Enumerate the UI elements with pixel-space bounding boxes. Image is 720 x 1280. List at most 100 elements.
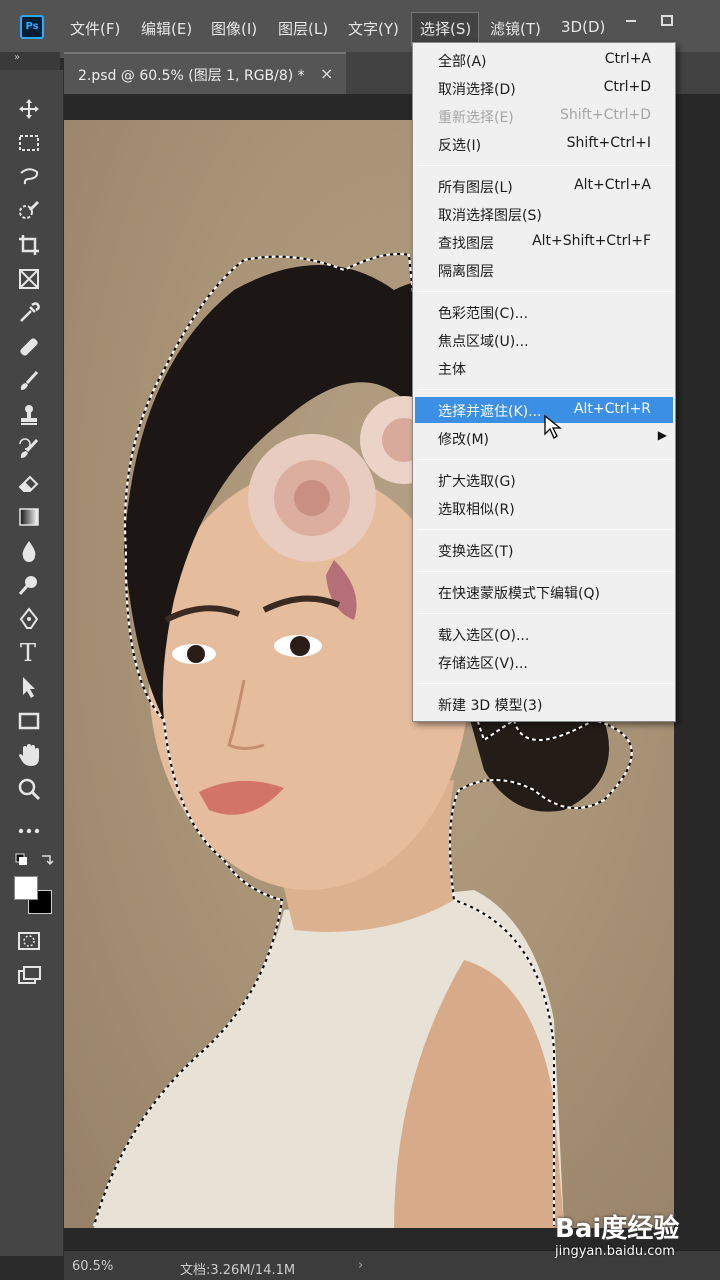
tools-panel: T bbox=[0, 70, 64, 1256]
menu-item-label: 扩大选取(G) bbox=[438, 474, 516, 490]
type-tool-icon[interactable]: T bbox=[16, 638, 56, 668]
menu-item-label: 选择并遮住(K)... bbox=[438, 404, 542, 420]
watermark-brand: Bai度经验 bbox=[555, 1214, 680, 1244]
menu-item-label: 变换选区(T) bbox=[438, 544, 514, 560]
menu-item-label: 所有图层(L) bbox=[438, 180, 513, 196]
menu-edit[interactable]: 编辑(E) bbox=[141, 18, 192, 39]
menu-item-shortcut: Alt+Ctrl+A bbox=[574, 177, 651, 193]
photoshop-logo: Ps bbox=[20, 15, 44, 39]
select-menu-item[interactable]: 隔离图层 bbox=[415, 257, 673, 283]
menu-3d[interactable]: 3D(D) bbox=[561, 18, 605, 36]
document-tab[interactable]: 2.psd @ 60.5% (图层 1, RGB/8) * × bbox=[64, 52, 346, 94]
clone-stamp-tool-icon[interactable] bbox=[16, 400, 56, 430]
select-menu-item[interactable]: 在快速蒙版模式下编辑(Q) bbox=[415, 579, 673, 605]
healing-brush-tool-icon[interactable] bbox=[16, 332, 56, 362]
menu-item-label: 在快速蒙版模式下编辑(Q) bbox=[438, 586, 600, 602]
menu-item-label: 焦点区域(U)... bbox=[438, 334, 529, 350]
select-menu-item[interactable]: 焦点区域(U)... bbox=[415, 327, 673, 353]
frame-tool-icon[interactable] bbox=[16, 264, 56, 294]
menu-filter[interactable]: 滤镜(T) bbox=[490, 18, 541, 39]
pen-tool-icon[interactable] bbox=[16, 604, 56, 634]
menu-layer[interactable]: 图层(L) bbox=[278, 18, 328, 39]
history-brush-tool-icon[interactable] bbox=[16, 434, 56, 464]
move-tool-icon[interactable] bbox=[16, 94, 56, 124]
eyedropper-tool-icon[interactable] bbox=[16, 298, 56, 328]
dodge-tool-icon[interactable] bbox=[16, 570, 56, 600]
menu-item-label: 重新选择(E) bbox=[438, 110, 514, 126]
select-menu-item[interactable]: 查找图层 Alt+Shift+Ctrl+F bbox=[415, 229, 673, 255]
quick-selection-tool-icon[interactable] bbox=[16, 196, 56, 226]
path-selection-tool-icon[interactable] bbox=[16, 672, 56, 702]
menu-select[interactable]: 选择(S) bbox=[420, 18, 471, 39]
panel-collapse-icon[interactable]: » bbox=[0, 52, 60, 70]
select-menu-item[interactable]: 主体 bbox=[415, 355, 673, 381]
menu-item-label: 存储选区(V)... bbox=[438, 656, 528, 672]
marquee-tool-icon[interactable] bbox=[16, 128, 56, 158]
select-menu-item[interactable]: 取消选择(D) Ctrl+D bbox=[415, 75, 673, 101]
select-menu-item[interactable]: 扩大选取(G) bbox=[415, 467, 673, 493]
menu-file[interactable]: 文件(F) bbox=[70, 18, 120, 39]
menu-separator bbox=[417, 683, 673, 684]
select-menu-item[interactable]: 取消选择图层(S) bbox=[415, 201, 673, 227]
select-menu-item[interactable]: 反选(I) Shift+Ctrl+I bbox=[415, 131, 673, 157]
select-menu-item[interactable]: 变换选区(T) bbox=[415, 537, 673, 563]
menu-item-label: 新建 3D 模型(3) bbox=[438, 698, 543, 714]
menu-item-label: 隔离图层 bbox=[438, 264, 494, 280]
select-menu-item[interactable]: 所有图层(L) Alt+Ctrl+A bbox=[415, 173, 673, 199]
menu-item-shortcut: Ctrl+D bbox=[603, 79, 651, 95]
menu-separator bbox=[417, 571, 673, 572]
menu-item-shortcut: Alt+Ctrl+R bbox=[573, 401, 651, 417]
submenu-arrow-icon: ▶ bbox=[657, 428, 667, 442]
more-tools-icon[interactable] bbox=[16, 816, 56, 846]
menu-separator bbox=[417, 165, 673, 166]
lasso-tool-icon[interactable] bbox=[16, 162, 56, 192]
zoom-level[interactable]: 60.5% bbox=[72, 1259, 113, 1274]
eraser-tool-icon[interactable] bbox=[16, 468, 56, 498]
menu-item-label: 查找图层 bbox=[438, 236, 494, 252]
select-menu-item: 重新选择(E) Shift+Ctrl+D bbox=[415, 103, 673, 129]
minimize-icon[interactable] bbox=[620, 14, 642, 34]
close-icon[interactable]: × bbox=[320, 64, 333, 83]
brush-tool-icon[interactable] bbox=[16, 366, 56, 396]
screen-mode-icon[interactable] bbox=[16, 960, 56, 990]
select-menu-item[interactable]: 色彩范围(C)... bbox=[415, 299, 673, 325]
menu-item-label: 主体 bbox=[438, 362, 466, 378]
menu-separator bbox=[417, 291, 673, 292]
crop-tool-icon[interactable] bbox=[16, 230, 56, 260]
menu-item-label: 色彩范围(C)... bbox=[438, 306, 529, 322]
select-menu-dropdown: 全部(A) Ctrl+A 取消选择(D) Ctrl+D 重新选择(E) Shift+Ctr… bbox=[412, 42, 676, 722]
select-menu-item[interactable]: 载入选区(O)... bbox=[415, 621, 673, 647]
menu-image[interactable]: 图像(I) bbox=[211, 18, 257, 39]
baidu-jingyan-watermark: Bai度经验 jingyan.baidu.com bbox=[555, 1208, 715, 1268]
quick-mask-icon[interactable] bbox=[16, 926, 56, 956]
document-tab-label: 2.psd @ 60.5% (图层 1, RGB/8) * bbox=[78, 68, 305, 84]
menu-item-label: 选取相似(R) bbox=[438, 502, 515, 518]
rectangle-tool-icon[interactable] bbox=[16, 706, 56, 736]
document-size-info: 文档:3.26M/14.1M bbox=[180, 1263, 296, 1278]
blur-tool-icon[interactable] bbox=[16, 536, 56, 566]
zoom-tool-icon[interactable] bbox=[16, 774, 56, 804]
select-menu-item[interactable]: 存储选区(V)... bbox=[415, 649, 673, 675]
menu-item-shortcut: Shift+Ctrl+D bbox=[560, 107, 651, 123]
gradient-tool-icon[interactable] bbox=[16, 502, 56, 532]
menu-item-label: 取消选择(D) bbox=[438, 82, 516, 98]
select-menu-item[interactable]: 新建 3D 模型(3) bbox=[415, 691, 673, 717]
menu-item-shortcut: Shift+Ctrl+I bbox=[566, 135, 651, 151]
select-menu-item[interactable]: 选取相似(R) bbox=[415, 495, 673, 521]
menu-item-label: 修改(M) bbox=[438, 432, 490, 448]
select-menu-item[interactable]: 全部(A) Ctrl+A bbox=[415, 47, 673, 73]
foreground-color-swatch[interactable] bbox=[14, 876, 38, 900]
menu-type[interactable]: 文字(Y) bbox=[348, 18, 399, 39]
menu-item-shortcut: Alt+Shift+Ctrl+F bbox=[532, 233, 651, 249]
menu-item-label: 取消选择图层(S) bbox=[438, 208, 542, 224]
hand-tool-icon[interactable] bbox=[16, 740, 56, 770]
watermark-url: jingyan.baidu.com bbox=[555, 1244, 675, 1259]
restore-icon[interactable] bbox=[656, 14, 678, 34]
mouse-cursor-icon bbox=[544, 414, 562, 439]
menu-item-label: 载入选区(O)... bbox=[438, 628, 530, 644]
menu-item-label: 反选(I) bbox=[438, 138, 482, 154]
color-swatches[interactable] bbox=[14, 876, 54, 916]
default-colors-icon[interactable] bbox=[14, 852, 54, 870]
status-menu-arrow-icon[interactable]: › bbox=[358, 1258, 363, 1273]
menu-separator bbox=[417, 459, 673, 460]
